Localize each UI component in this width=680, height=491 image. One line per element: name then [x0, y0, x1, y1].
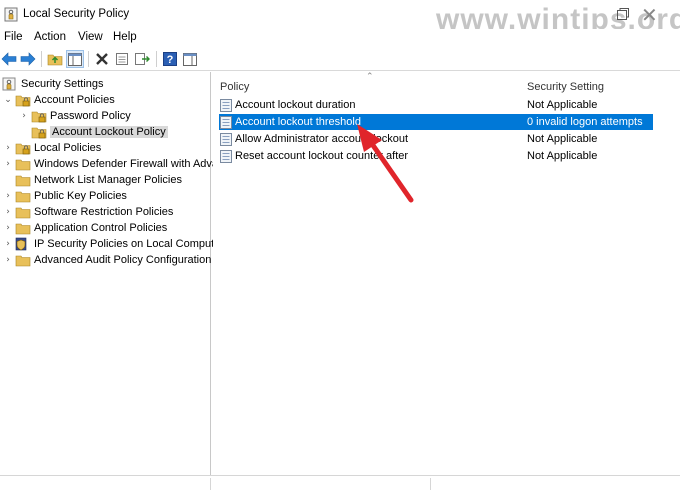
sort-up-icon: ⌃ — [366, 72, 374, 82]
tree-item-security-settings[interactable]: Security Settings — [2, 76, 104, 92]
action-pane-icon[interactable] — [181, 50, 199, 68]
security-settings-icon — [2, 77, 16, 91]
tree-item-label: Account Policies — [34, 94, 115, 106]
tree-item-application-control[interactable]: › Application Control Policies — [3, 220, 167, 236]
status-divider — [430, 478, 431, 490]
tree-item-label: Security Settings — [21, 78, 104, 90]
tree-item-network-list-manager[interactable]: Network List Manager Policies — [3, 172, 182, 188]
chevron-right-icon[interactable]: › — [3, 159, 13, 169]
chevron-right-icon[interactable]: › — [3, 207, 13, 217]
folder-icon — [15, 207, 31, 219]
toolbar: ? — [0, 47, 680, 71]
list-item-account-lockout-duration[interactable]: Account lockout duration Not Applicable — [219, 97, 653, 113]
chevron-right-icon[interactable]: › — [3, 143, 13, 153]
security-setting-value: Not Applicable — [527, 133, 598, 145]
tree-item-password-policy[interactable]: › Password Policy — [19, 108, 131, 124]
policy-name: Account lockout threshold — [235, 116, 361, 128]
menu-action[interactable]: Action — [34, 31, 66, 43]
show-hide-tree-icon[interactable] — [66, 50, 84, 68]
folder-lock-icon — [15, 143, 31, 155]
tree-item-label: Software Restriction Policies — [34, 206, 174, 218]
folder-icon — [15, 175, 31, 187]
status-divider — [210, 478, 211, 490]
tree-item-label: Public Key Policies — [34, 190, 127, 202]
toolbar-separator — [41, 51, 42, 67]
close-icon[interactable]: ✕ — [641, 3, 658, 27]
console-tree: Security Settings ⌄ Account Policies › P… — [0, 72, 224, 475]
list-item-reset-lockout-counter[interactable]: Reset account lockout counter after Not … — [219, 148, 653, 164]
tree-item-label: Local Policies — [34, 142, 102, 154]
chevron-right-icon[interactable]: › — [3, 239, 13, 249]
forward-icon[interactable] — [19, 50, 37, 68]
tree-item-label: Account Lockout Policy — [50, 126, 168, 138]
delete-icon[interactable] — [93, 50, 111, 68]
back-icon[interactable] — [0, 50, 18, 68]
tree-item-label: Application Control Policies — [34, 222, 168, 234]
help-icon[interactable]: ? — [161, 50, 179, 68]
up-folder-icon[interactable] — [46, 50, 64, 68]
policy-setting-icon — [220, 115, 232, 129]
menu-file[interactable]: File — [4, 31, 23, 43]
security-setting-value: 0 invalid logon attempts — [527, 116, 643, 128]
tree-item-label: Network List Manager Policies — [34, 174, 182, 186]
tree-item-label: Windows Defender Firewall with Advar — [34, 158, 222, 170]
tree-item-label: Advanced Audit Policy Configuration — [34, 254, 212, 266]
chevron-right-icon[interactable]: › — [3, 223, 13, 233]
security-policy-app-icon — [4, 7, 18, 22]
svg-text:?: ? — [167, 54, 174, 66]
menu-bar: File Action View Help — [0, 29, 680, 47]
tree-item-label: IP Security Policies on Local Computer — [34, 238, 224, 250]
policy-name: Reset account lockout counter after — [235, 150, 409, 162]
restore-icon[interactable] — [616, 7, 630, 21]
chevron-down-icon[interactable]: ⌄ — [3, 95, 13, 105]
policy-setting-icon — [220, 132, 232, 146]
column-header-policy[interactable]: Policy — [220, 81, 249, 93]
policy-setting-icon — [220, 149, 232, 163]
list-item-allow-administrator-lockout[interactable]: Allow Administrator account lockout Not … — [219, 131, 653, 147]
chevron-right-icon[interactable]: › — [3, 255, 13, 265]
toolbar-separator — [88, 51, 89, 67]
tree-item-advanced-audit-policy[interactable]: › Advanced Audit Policy Configuration — [3, 252, 211, 268]
ip-security-shield-icon — [15, 237, 27, 251]
policy-setting-icon — [220, 98, 232, 112]
tree-item-local-policies[interactable]: › Local Policies — [3, 140, 101, 156]
tree-item-ip-security-policies[interactable]: › IP Security Policies on Local Computer — [3, 236, 224, 252]
column-header-security-setting[interactable]: Security Setting — [527, 81, 604, 93]
tree-item-software-restriction[interactable]: › Software Restriction Policies — [3, 204, 173, 220]
policy-name: Account lockout duration — [235, 99, 356, 111]
folder-lock-icon — [31, 127, 47, 139]
tree-item-account-policies[interactable]: ⌄ Account Policies — [3, 92, 115, 108]
tree-item-label: Password Policy — [50, 110, 131, 122]
chevron-right-icon[interactable]: › — [19, 111, 29, 121]
policy-list-pane: ⌃ Policy Security Setting Account lockou… — [213, 72, 680, 475]
window-title: Local Security Policy — [23, 8, 130, 20]
tree-item-windows-defender-firewall[interactable]: › Windows Defender Firewall with Advar — [3, 156, 222, 172]
properties-icon[interactable] — [113, 50, 131, 68]
export-list-icon[interactable] — [133, 50, 151, 68]
menu-view[interactable]: View — [78, 31, 103, 43]
folder-icon — [15, 255, 31, 267]
policy-name: Allow Administrator account lockout — [235, 133, 409, 145]
menu-help[interactable]: Help — [113, 31, 137, 43]
folder-lock-icon — [15, 95, 31, 107]
folder-icon — [15, 159, 31, 171]
status-bar — [0, 475, 680, 491]
toolbar-separator — [156, 51, 157, 67]
folder-lock-icon — [31, 111, 47, 123]
folder-icon — [15, 223, 31, 235]
tree-item-account-lockout-policy[interactable]: Account Lockout Policy — [19, 124, 168, 140]
security-setting-value: Not Applicable — [527, 99, 598, 111]
title-bar: Local Security Policy www.wintips.org ✕ — [0, 0, 680, 36]
folder-icon — [15, 191, 31, 203]
security-setting-value: Not Applicable — [527, 150, 598, 162]
tree-item-public-key-policies[interactable]: › Public Key Policies — [3, 188, 127, 204]
chevron-right-icon[interactable]: › — [3, 191, 13, 201]
list-item-account-lockout-threshold[interactable]: Account lockout threshold 0 invalid logo… — [219, 114, 653, 130]
